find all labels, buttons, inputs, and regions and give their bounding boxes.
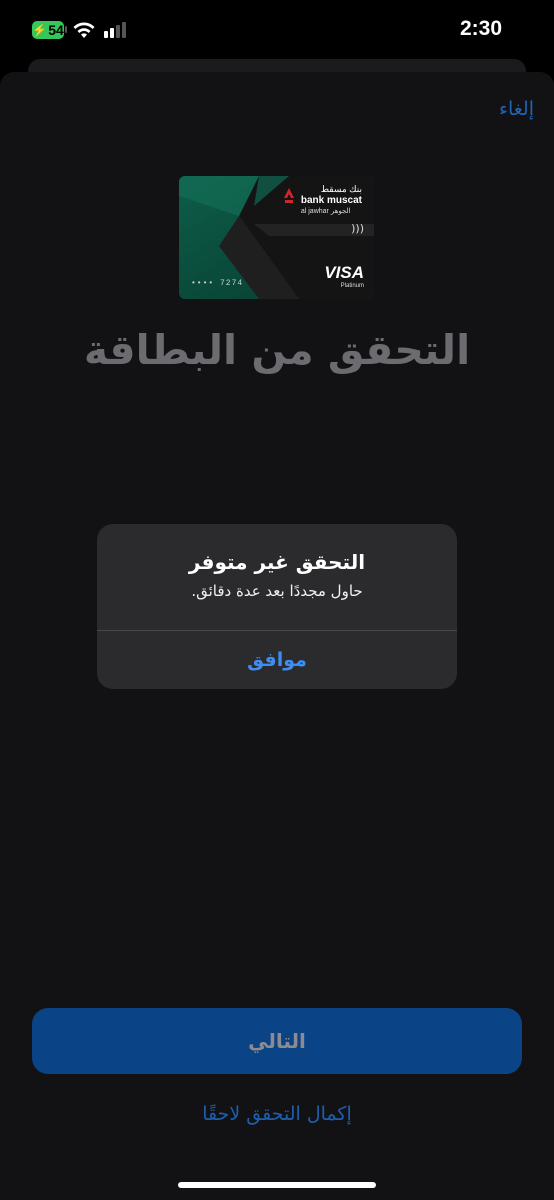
complete-verification-later-link[interactable]: إكمال التحقق لاحقًا bbox=[0, 1103, 554, 1125]
bank-muscat-logo-icon bbox=[284, 188, 294, 203]
bank-name-arabic: بنك مسقط bbox=[320, 184, 362, 194]
cancel-button[interactable]: إلغاء bbox=[499, 98, 534, 120]
bank-name: بنك مسقط bank muscat al jawhar الجوهر bbox=[301, 184, 362, 217]
battery-nub bbox=[65, 26, 67, 33]
ok-button[interactable]: موافق bbox=[97, 631, 457, 689]
wifi-icon bbox=[73, 22, 95, 38]
alert-dialog: التحقق غير متوفر حاول مجددًا بعد عدة دقا… bbox=[97, 524, 457, 689]
card-network-tier: Platinum bbox=[340, 283, 364, 289]
bank-name-english: bank muscat bbox=[300, 195, 362, 206]
status-time: 2:30 bbox=[459, 17, 502, 40]
page-title: التحقق من البطاقة bbox=[83, 326, 471, 374]
visa-logo: VISA bbox=[324, 263, 364, 282]
card-last-digits: •••• 7274 bbox=[191, 279, 244, 288]
home-indicator[interactable] bbox=[178, 1182, 376, 1188]
alert-title: التحقق غير متوفر bbox=[188, 550, 366, 574]
payment-card: بنك مسقط bank muscat al jawhar الجوهر ))… bbox=[179, 176, 374, 299]
card-tier-arabic: الجوهر bbox=[330, 208, 351, 215]
contactless-icon: ))) bbox=[351, 222, 364, 235]
alert-message: حاول مجددًا بعد عدة دقائق. bbox=[191, 582, 363, 600]
screen: ⚡ 54 2:30 إلغاء بنك مسقط bank muscat al … bbox=[0, 0, 554, 1200]
card-tier-english: al jawhar bbox=[300, 208, 329, 215]
status-bar: ⚡ 54 2:30 bbox=[0, 0, 554, 62]
card-tier: al jawhar الجوهر bbox=[301, 206, 362, 217]
cellular-signal-icon bbox=[104, 22, 126, 38]
battery-level: 54 bbox=[48, 22, 64, 38]
next-button[interactable]: التالي bbox=[32, 1008, 522, 1074]
charging-bolt-icon: ⚡ bbox=[32, 23, 48, 37]
battery-indicator: ⚡ 54 bbox=[32, 21, 64, 39]
